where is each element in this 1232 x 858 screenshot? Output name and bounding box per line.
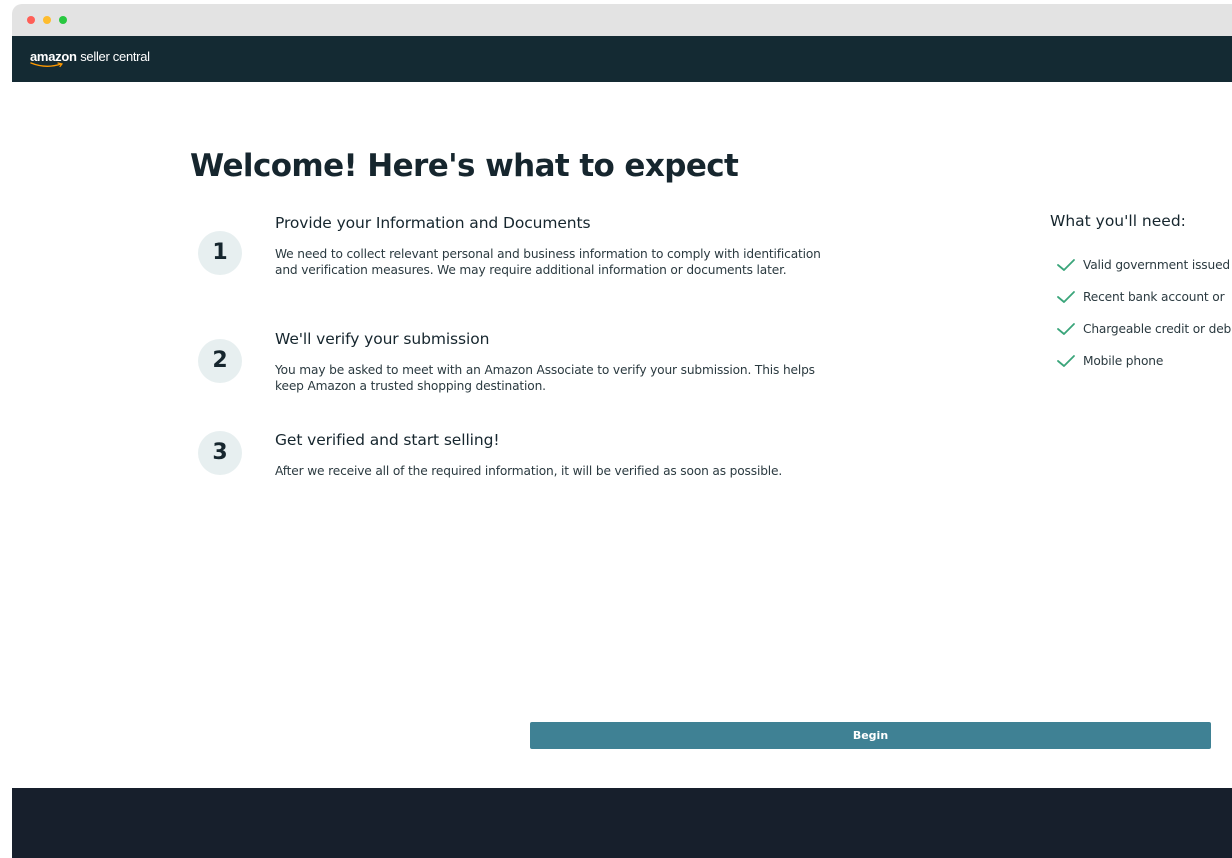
- step-number-badge: 3: [198, 431, 242, 475]
- check-icon: [1057, 291, 1075, 303]
- page-footer: [12, 788, 1232, 858]
- app-header: amazon seller central: [12, 36, 1232, 82]
- minimize-window-dot[interactable]: [43, 16, 51, 24]
- check-icon: [1057, 355, 1075, 367]
- check-icon: [1057, 259, 1075, 271]
- step-title: Provide your Information and Documents: [275, 214, 591, 232]
- begin-button[interactable]: Begin: [530, 722, 1211, 749]
- requirement-item: Chargeable credit or debit: [1056, 320, 1232, 352]
- requirement-label: Chargeable credit or debit: [1083, 322, 1232, 336]
- requirement-item: Valid government issued: [1056, 256, 1232, 288]
- requirement-label: Valid government issued: [1083, 258, 1231, 272]
- requirement-item: Recent bank account or: [1056, 288, 1232, 320]
- step-title: Get verified and start selling!: [275, 431, 500, 449]
- close-window-dot[interactable]: [27, 16, 35, 24]
- browser-title-bar: [12, 4, 1232, 36]
- page: amazon seller central Welcome! Here's wh…: [0, 0, 1232, 858]
- step-description: You may be asked to meet with an Amazon …: [275, 363, 815, 393]
- step-description: After we receive all of the required inf…: [275, 464, 783, 478]
- requirements-list: Valid government issued Recent bank acco…: [1056, 256, 1232, 384]
- step-title: We'll verify your submission: [275, 330, 490, 348]
- page-title: Welcome! Here's what to expect: [190, 148, 739, 184]
- step-description: We need to collect relevant personal and…: [275, 247, 821, 277]
- requirement-item: Mobile phone: [1056, 352, 1232, 384]
- logo-product: seller central: [80, 49, 150, 64]
- maximize-window-dot[interactable]: [59, 16, 67, 24]
- step-number-badge: 1: [198, 231, 242, 275]
- requirement-label: Recent bank account or: [1083, 290, 1225, 304]
- amazon-smile-icon: [30, 62, 64, 68]
- step-number-badge: 2: [198, 339, 242, 383]
- requirement-label: Mobile phone: [1083, 354, 1164, 368]
- requirements-title: What you'll need:: [1050, 212, 1186, 230]
- check-icon: [1057, 323, 1075, 335]
- amazon-seller-central-logo[interactable]: amazon seller central: [30, 48, 150, 68]
